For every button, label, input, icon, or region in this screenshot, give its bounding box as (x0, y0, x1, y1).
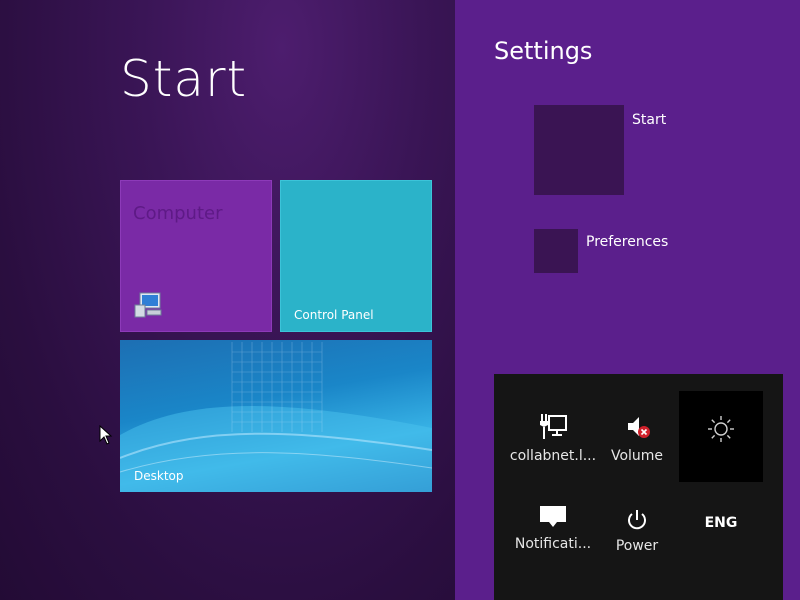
power-button[interactable]: Power (597, 508, 677, 554)
computer-tile-label: Computer (133, 203, 223, 224)
mouse-cursor-icon (99, 425, 113, 445)
quick-settings-panel: collabnet.l... Volume Notificati... Powe… (494, 374, 783, 600)
network-button[interactable]: collabnet.l... (508, 412, 598, 464)
network-label: collabnet.l... (509, 448, 597, 464)
volume-label: Volume (610, 448, 664, 464)
notifications-button[interactable]: Notificati... (508, 504, 598, 552)
settings-link-preferences[interactable]: Preferences (586, 234, 668, 250)
power-label: Power (615, 538, 659, 554)
preferences-settings-thumbnail[interactable] (534, 229, 578, 273)
settings-title: Settings (494, 37, 593, 65)
control-panel-tile[interactable]: Control Panel (280, 180, 432, 332)
start-settings-thumbnail[interactable] (534, 105, 624, 195)
notifications-icon (540, 506, 566, 527)
desktop-tile-label: Desktop (134, 469, 184, 483)
keyboard-language-label: ENG (704, 515, 738, 531)
keyboard-language-button[interactable]: ENG (679, 512, 763, 531)
brightness-icon (708, 416, 734, 442)
computer-tile[interactable]: Computer (120, 180, 272, 332)
start-title: Start (120, 50, 248, 108)
brightness-button[interactable] (679, 391, 763, 482)
volume-button[interactable]: Volume (597, 412, 677, 464)
power-icon (628, 510, 646, 530)
control-panel-tile-label: Control Panel (294, 308, 374, 322)
volume-muted-icon (628, 417, 650, 438)
notifications-label: Notificati... (514, 536, 592, 552)
settings-link-start[interactable]: Start (632, 112, 666, 128)
computer-icon (134, 292, 162, 318)
network-monitor-icon (540, 414, 567, 439)
desktop-tile[interactable]: Desktop (120, 340, 432, 492)
